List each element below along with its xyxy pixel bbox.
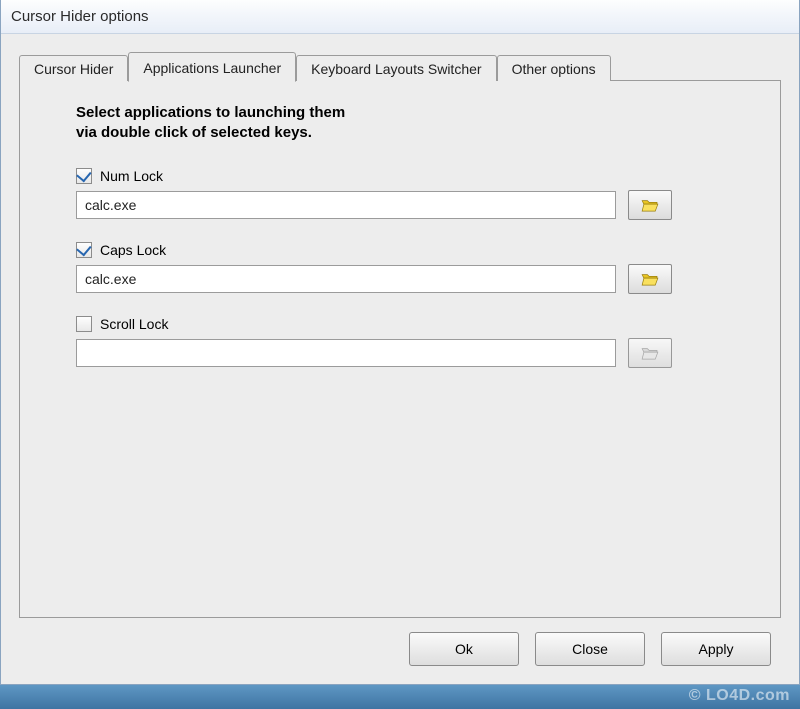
window-title: Cursor Hider options xyxy=(11,8,149,25)
field-capslock: Caps Lock xyxy=(76,242,752,294)
input-row xyxy=(76,338,752,368)
desktop-background-strip xyxy=(0,685,800,709)
numlock-label: Num Lock xyxy=(100,168,163,184)
checkbox-row: Num Lock xyxy=(76,168,752,184)
input-row xyxy=(76,264,752,294)
button-bar: Ok Close Apply xyxy=(19,618,781,674)
scrolllock-checkbox[interactable] xyxy=(76,316,92,332)
tab-cursor-hider[interactable]: Cursor Hider xyxy=(19,55,128,81)
tab-other-options[interactable]: Other options xyxy=(497,55,611,81)
tab-panel-applications-launcher: Select applications to launching them vi… xyxy=(19,80,781,618)
scrolllock-label: Scroll Lock xyxy=(100,316,168,332)
tab-keyboard-layouts-switcher[interactable]: Keyboard Layouts Switcher xyxy=(296,55,496,81)
capslock-checkbox[interactable] xyxy=(76,242,92,258)
apply-button[interactable]: Apply xyxy=(661,632,771,666)
capslock-browse-button[interactable] xyxy=(628,264,672,294)
ok-button[interactable]: Ok xyxy=(409,632,519,666)
numlock-path-input[interactable] xyxy=(76,191,616,219)
options-window: Cursor Hider options Cursor Hider Applic… xyxy=(0,0,800,685)
instruction-text: Select applications to launching them vi… xyxy=(76,103,752,144)
numlock-browse-button[interactable] xyxy=(628,190,672,220)
numlock-checkbox[interactable] xyxy=(76,168,92,184)
close-button[interactable]: Close xyxy=(535,632,645,666)
folder-open-icon xyxy=(641,272,659,286)
window-content: Cursor Hider Applications Launcher Keybo… xyxy=(1,34,799,684)
tab-label: Cursor Hider xyxy=(34,61,113,77)
field-scrolllock: Scroll Lock xyxy=(76,316,752,368)
field-numlock: Num Lock xyxy=(76,168,752,220)
instruction-line: Select applications to launching them xyxy=(76,104,345,121)
tab-applications-launcher[interactable]: Applications Launcher xyxy=(128,52,296,82)
tab-label: Keyboard Layouts Switcher xyxy=(311,61,481,77)
folder-open-icon xyxy=(641,198,659,212)
input-row xyxy=(76,190,752,220)
scrolllock-browse-button[interactable] xyxy=(628,338,672,368)
capslock-path-input[interactable] xyxy=(76,265,616,293)
tab-strip: Cursor Hider Applications Launcher Keybo… xyxy=(19,50,781,80)
checkbox-row: Scroll Lock xyxy=(76,316,752,332)
checkbox-row: Caps Lock xyxy=(76,242,752,258)
tab-label: Applications Launcher xyxy=(143,60,281,76)
capslock-label: Caps Lock xyxy=(100,242,166,258)
tab-label: Other options xyxy=(512,61,596,77)
instruction-line: via double click of selected keys. xyxy=(76,124,312,141)
titlebar[interactable]: Cursor Hider options xyxy=(1,0,799,34)
folder-open-icon xyxy=(641,346,659,360)
scrolllock-path-input[interactable] xyxy=(76,339,616,367)
